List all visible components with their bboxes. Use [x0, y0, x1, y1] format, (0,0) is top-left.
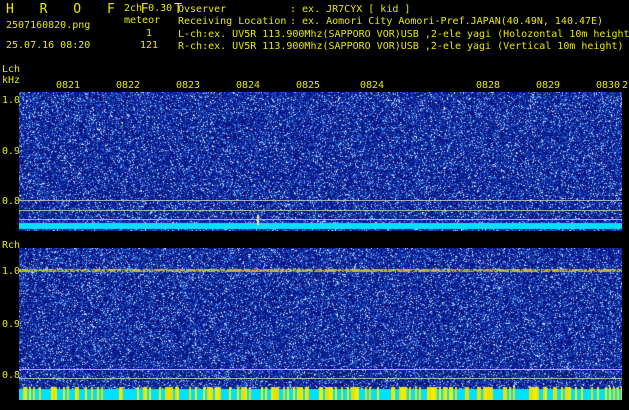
time-label: 0821: [56, 80, 81, 91]
rch-description: R-ch:ex. UV5R 113.900Mhz(SAPPORO VOR)USB…: [178, 41, 624, 52]
lch-meteor-count: 1: [146, 28, 153, 39]
lch-gridline: [19, 219, 622, 220]
time-label: 0824: [236, 80, 261, 91]
meteor-label: meteor: [124, 15, 161, 26]
time-label: 0830: [596, 80, 621, 91]
observer-value: : ex. JR7CYX [ kid ]: [290, 4, 411, 15]
lch-gridline: [19, 200, 622, 201]
time-label: 0829: [536, 80, 561, 91]
lch-ytick-1: 1.0: [2, 95, 21, 106]
filename-label: 2507160820.png: [6, 20, 91, 31]
rch-label: Rch: [2, 240, 21, 251]
time-label: 2: [622, 80, 629, 91]
lch-label: Lch: [2, 64, 21, 75]
time-label: 0828: [476, 80, 501, 91]
observer-label: Ovserver: [178, 4, 227, 15]
time-label: 0822: [116, 80, 141, 91]
rch-gridline: [19, 378, 622, 379]
time-label: 0825: [296, 80, 321, 91]
lch-ytick-2: 0.9: [2, 146, 21, 157]
rch-gridline: [19, 369, 622, 370]
time-label: 0823: [176, 80, 201, 91]
lch-ytick-3: 0.8: [2, 196, 21, 207]
rch-ytick-3: 0.8: [2, 370, 21, 381]
rch-meteor-count: 121: [140, 40, 159, 51]
location-value: : ex. Aomori City Aomori-Pref.JAPAN(40.4…: [290, 16, 604, 27]
rch-ytick-2: 0.9: [2, 319, 21, 330]
location-label: Receiving Location: [178, 16, 287, 27]
datetime-label: 25.07.16 08:20: [6, 40, 91, 51]
lch-description: L-ch:ex. UV5R 113.900Mhz(SAPPORO VOR)USB…: [178, 29, 629, 40]
rch-ytick-1: 1.0: [2, 266, 21, 277]
time-label: 0824: [360, 80, 385, 91]
channel-info: 2ch 0.30: [124, 3, 173, 14]
lch-gridline: [19, 210, 622, 211]
lch-unit-label: kHz: [2, 75, 21, 86]
